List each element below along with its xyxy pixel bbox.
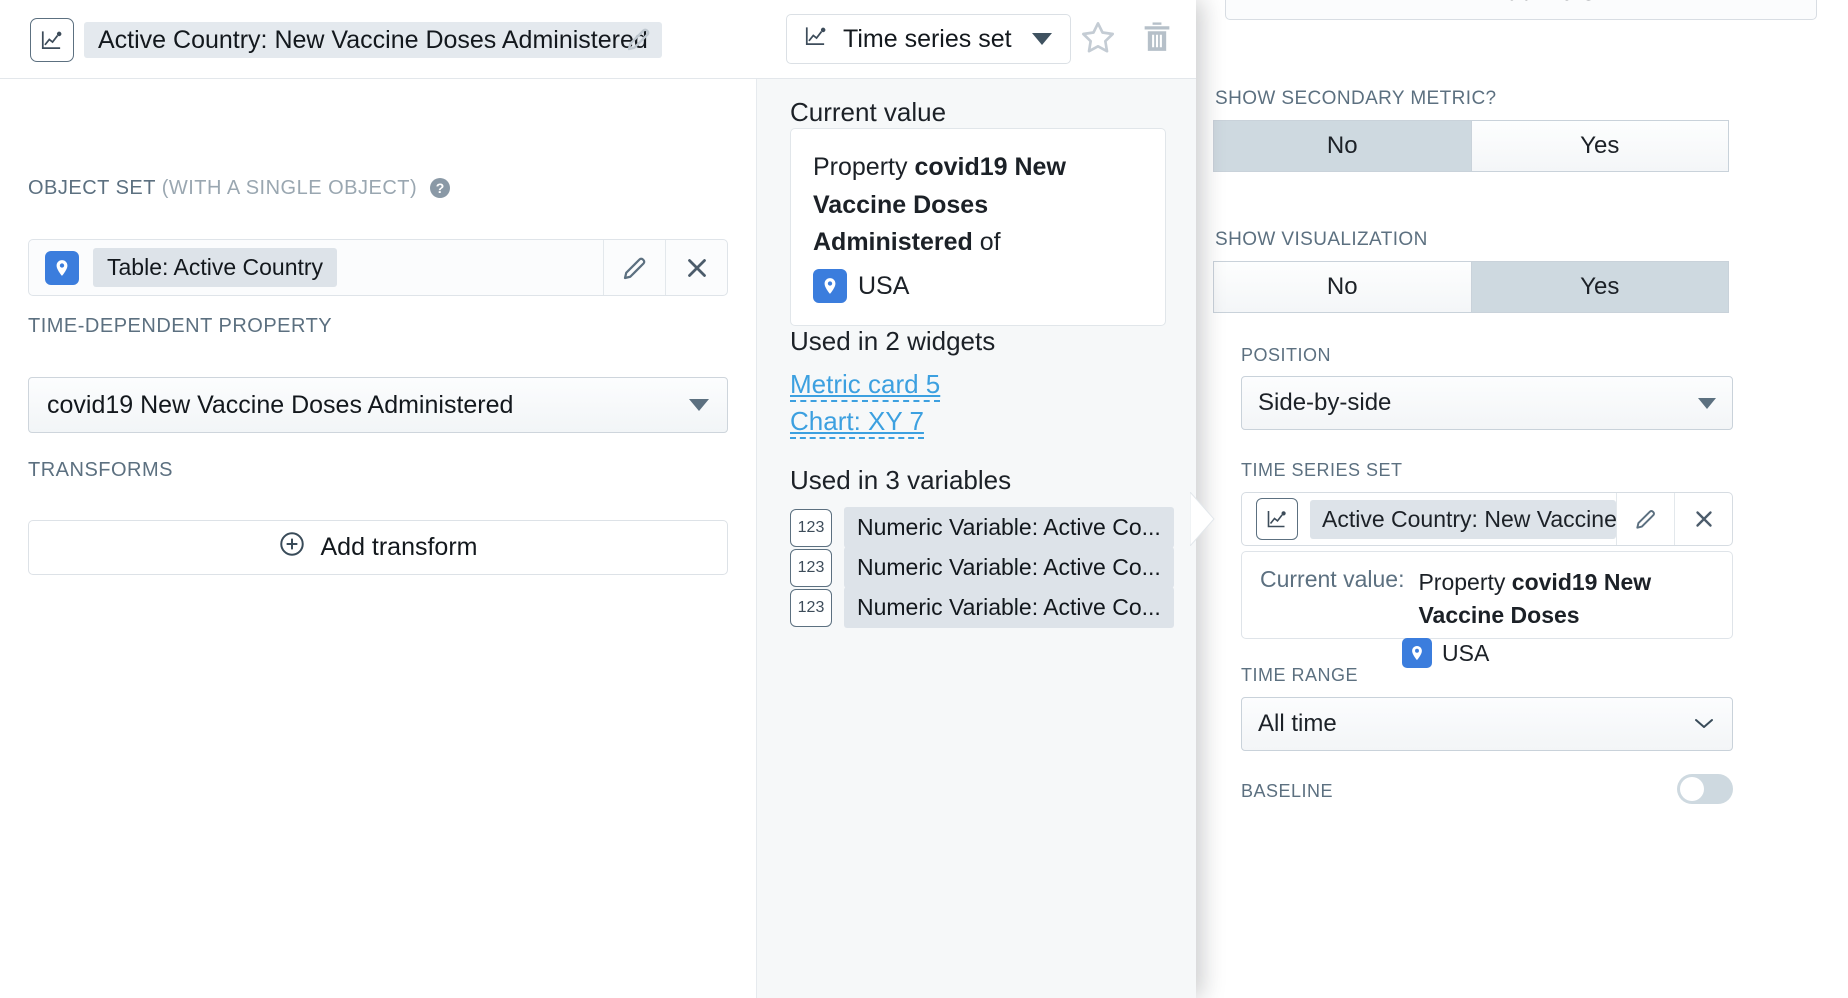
timeseries-icon: [1256, 498, 1298, 540]
time-dependent-property-select[interactable]: covid19 New Vaccine Doses Administered: [28, 377, 728, 433]
trash-icon[interactable]: [1138, 18, 1178, 58]
variable-list-item[interactable]: 123 Numeric Variable: Active Co...: [790, 547, 1174, 588]
time-range-select[interactable]: All time: [1241, 697, 1733, 751]
show-visualization-option-no[interactable]: No: [1214, 262, 1472, 312]
rename-title-button[interactable]: [622, 22, 656, 56]
used-in-widgets-heading: Used in 2 widgets: [790, 326, 996, 356]
chevron-down-icon: [1692, 713, 1716, 735]
time-series-set-edit-button[interactable]: [1616, 493, 1674, 545]
time-series-set-value: Active Country: New Vaccine Dos...: [1310, 499, 1616, 539]
baseline-toggle[interactable]: [1677, 774, 1733, 804]
object-set-edit-button[interactable]: [603, 240, 665, 295]
numeric-variable-icon: 123: [790, 508, 832, 547]
used-in-variables-heading: Used in 3 variables: [790, 465, 1012, 495]
current-value-object: USA: [1442, 639, 1490, 666]
widget-link-metric-card[interactable]: Metric card 5: [790, 370, 941, 403]
time-dependent-property-label: TIME-DEPENDENT PROPERTY: [28, 315, 333, 337]
object-set-field[interactable]: Table: Active Country: [28, 239, 728, 296]
current-value-card: Property covid19 New Vaccine Doses Admin…: [790, 128, 1166, 326]
variable-label: Numeric Variable: Active Co...: [844, 587, 1174, 628]
widget-link-chart-xy[interactable]: Chart: XY 7: [790, 407, 924, 440]
time-range-label: TIME RANGE: [1241, 665, 1359, 685]
show-secondary-metric-label: SHOW SECONDARY METRIC?: [1215, 88, 1497, 109]
entity-type-dropdown[interactable]: Time series set: [786, 14, 1071, 64]
transforms-label: TRANSFORMS: [28, 459, 173, 481]
time-series-current-value: Current value: Property covid19 New Vacc…: [1241, 551, 1733, 669]
show-visualization-option-yes[interactable]: Yes: [1471, 262, 1728, 312]
variable-label: Numeric Variable: Active Co...: [844, 507, 1174, 548]
variable-list-item[interactable]: 123 Numeric Variable: Active Co...: [790, 507, 1174, 548]
add-rule-label: Add Rule: [1489, 0, 1596, 7]
map-pin-icon: [45, 250, 79, 285]
variable-list-item[interactable]: 123 Numeric Variable: Active Co...: [790, 587, 1174, 628]
numeric-variable-icon: 123: [790, 548, 832, 587]
map-pin-icon: [813, 269, 847, 304]
position-label: POSITION: [1241, 345, 1332, 365]
object-set-label: OBJECT SET (WITH A SINGLE OBJECT) ?: [28, 177, 451, 200]
current-value-label: Current value:: [1260, 566, 1405, 592]
caret-down-icon: [1698, 397, 1716, 409]
object-set-value: Table: Active Country: [93, 248, 338, 287]
star-icon[interactable]: [1078, 18, 1118, 58]
usage-column: Current value Property covid19 New Vacci…: [757, 79, 1196, 998]
position-value: Side-by-side: [1258, 389, 1392, 416]
visualization-settings-panel: Add Rule SHOW SECONDARY METRIC? No Yes S…: [1195, 0, 1848, 998]
object-set-label-main: OBJECT SET: [28, 177, 156, 199]
time-range-value: All time: [1258, 710, 1337, 737]
current-value-heading: Current value: [790, 97, 947, 127]
time-series-set-label: TIME SERIES SET: [1241, 460, 1403, 480]
secondary-metric-option-yes[interactable]: Yes: [1471, 121, 1728, 171]
current-value-of: of: [979, 228, 1001, 256]
timeseries-icon: [803, 23, 829, 56]
variable-label: Numeric Variable: Active Co...: [844, 547, 1174, 588]
current-value-object: USA: [858, 271, 910, 300]
show-visualization-toggle-group[interactable]: No Yes: [1213, 261, 1729, 313]
help-icon[interactable]: ?: [430, 178, 451, 198]
page-title: Active Country: New Vaccine Doses Admini…: [84, 22, 662, 58]
time-series-set-field[interactable]: Active Country: New Vaccine Dos...: [1241, 492, 1733, 546]
caret-down-icon: [689, 399, 709, 411]
current-value-prefix: Property: [1418, 569, 1506, 595]
current-value-prefix: Property: [813, 153, 908, 181]
time-dependent-property-value: covid19 New Vaccine Doses Administered: [47, 390, 514, 419]
current-value-expression: Property covid19 New Vaccine Doses: [1418, 566, 1714, 633]
numeric-variable-icon: 123: [790, 588, 832, 627]
object-set-label-muted: (WITH A SINGLE OBJECT): [161, 177, 418, 199]
add-rule-button[interactable]: Add Rule: [1225, 0, 1817, 20]
definition-column: OBJECT SET (WITH A SINGLE OBJECT) ? Tabl…: [0, 79, 757, 998]
baseline-label: BASELINE: [1241, 781, 1334, 801]
time-series-set-editor-overlay: Active Country: New Vaccine Doses Admini…: [0, 0, 1196, 998]
position-select[interactable]: Side-by-side: [1241, 376, 1733, 430]
entity-type-label: Time series set: [843, 24, 1012, 53]
time-series-set-remove-button[interactable]: [1674, 493, 1732, 545]
show-visualization-label: SHOW VISUALIZATION: [1215, 229, 1428, 250]
object-set-remove-button[interactable]: [665, 240, 727, 295]
plus-circle-icon: [1447, 0, 1475, 9]
editor-header: Active Country: New Vaccine Doses Admini…: [0, 0, 1196, 79]
add-transform-button[interactable]: Add transform: [28, 520, 728, 575]
plus-circle-icon: [278, 530, 306, 565]
secondary-metric-option-no[interactable]: No: [1214, 121, 1472, 171]
show-secondary-metric-toggle-group[interactable]: No Yes: [1213, 120, 1729, 172]
add-transform-label: Add transform: [320, 533, 478, 561]
overlay-pointer: [1189, 490, 1216, 548]
timeseries-icon: [30, 18, 74, 62]
map-pin-icon: [1402, 638, 1432, 669]
caret-down-icon: [1031, 33, 1052, 45]
